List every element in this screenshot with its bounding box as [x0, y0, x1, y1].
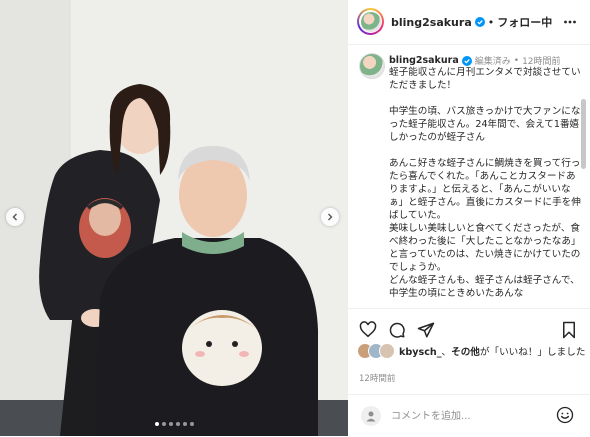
carousel-indicator	[0, 422, 348, 426]
comment-bar	[348, 394, 590, 437]
caption-author-avatar[interactable]	[359, 53, 385, 79]
carousel-dot	[161, 422, 166, 426]
paper-plane-icon[interactable]	[417, 321, 435, 339]
following-button[interactable]: フォロー中	[497, 14, 552, 30]
chevron-left-icon	[12, 213, 17, 221]
current-user-avatar	[361, 406, 381, 426]
author-avatar[interactable]	[357, 8, 384, 35]
carousel-dot	[168, 422, 173, 426]
post-details-panel: bling2sakura • フォロー中 bling2sakura 編集済み •…	[348, 0, 590, 436]
user-icon	[366, 411, 376, 422]
carousel-dot	[175, 422, 180, 426]
bookmark-icon[interactable]	[561, 321, 577, 339]
likes-suffix: が「いいね！」しました	[479, 347, 586, 358]
likes-connector: 、	[441, 347, 452, 358]
caption-separator: •	[513, 55, 520, 66]
liker-avatar[interactable]	[379, 343, 395, 359]
liker-username[interactable]: kbysch_	[399, 347, 442, 358]
comment-bubble-icon[interactable]	[388, 321, 406, 339]
author-username[interactable]: bling2sakura	[391, 16, 472, 29]
post-photo[interactable]	[0, 0, 348, 436]
chevron-right-icon	[328, 213, 333, 221]
more-horizontal-icon[interactable]	[563, 15, 577, 29]
likes-others-link[interactable]: その他	[451, 347, 480, 358]
post-header: bling2sakura • フォロー中	[348, 0, 590, 45]
post-image	[0, 0, 348, 436]
smiley-icon[interactable]	[556, 406, 574, 424]
carousel-dot	[154, 422, 159, 426]
header-separator: •	[487, 15, 495, 29]
comment-input[interactable]	[391, 407, 551, 425]
verified-badge-icon	[461, 55, 472, 66]
carousel-dot	[182, 422, 187, 426]
caption-username[interactable]: bling2sakura	[389, 55, 459, 66]
caption-scrollbar[interactable]	[581, 99, 586, 169]
caption-text: 蛭子能収さんに月刊エンタメで対談させていただきました！ 中学生の頃、バス旅きっか…	[389, 67, 581, 299]
caption-section: bling2sakura 編集済み • 12時間前 蛭子能収さんに月刊エンタメで…	[348, 45, 590, 307]
carousel-prev-button[interactable]	[6, 208, 24, 226]
carousel-dot	[189, 422, 194, 426]
post-timestamp[interactable]: 12時間前	[359, 372, 395, 384]
likes-summary: kbysch_、その他が「いいね！」しました	[357, 343, 585, 359]
heart-icon[interactable]	[359, 321, 377, 338]
verified-badge-icon	[474, 17, 485, 27]
carousel-next-button[interactable]	[321, 208, 339, 226]
